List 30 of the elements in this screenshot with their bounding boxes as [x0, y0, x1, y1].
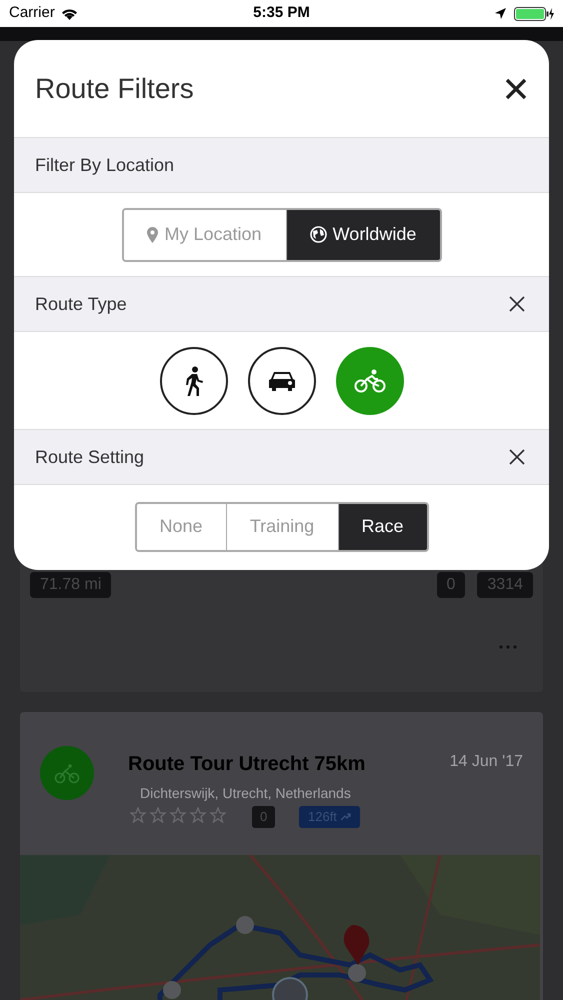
section-title: Route Type: [35, 292, 127, 316]
comment-count-badge: 0: [436, 572, 466, 598]
section-title: Filter By Location: [35, 154, 174, 177]
bicycle-icon: [354, 368, 386, 392]
route-date: 14 Jun '17: [450, 752, 523, 772]
location-arrow-icon: [495, 8, 506, 19]
distance-badge: 71.78 mi: [30, 572, 112, 598]
star-icon: [209, 807, 226, 823]
view-count-badge: 3314: [477, 572, 533, 598]
dialog-title: Route Filters: [35, 72, 194, 106]
section-title: Route Setting: [35, 446, 144, 469]
close-icon[interactable]: [505, 78, 527, 100]
clear-icon[interactable]: [509, 449, 525, 465]
clock-label: 5:35 PM: [253, 3, 310, 24]
map-pin-icon: [147, 226, 158, 242]
star-icon: [189, 807, 207, 823]
star-icon: [169, 807, 187, 823]
route-location: Dichterswijk, Utrecht, Netherlands: [140, 784, 351, 803]
segment-button[interactable]: Worldwide: [286, 210, 440, 260]
battery-icon: [514, 6, 554, 20]
wifi-icon: [60, 8, 78, 20]
star-icon: [149, 807, 167, 823]
segment-button[interactable]: Race: [338, 504, 426, 550]
carrier-label: Carrier: [9, 3, 55, 24]
globe-icon: [310, 226, 327, 243]
route-title: Route Tour Utrecht 75km: [128, 752, 366, 777]
star-icon: [130, 807, 147, 823]
clear-icon[interactable]: [509, 296, 525, 312]
car-icon: [268, 370, 296, 392]
bicycle-icon: [40, 746, 94, 800]
